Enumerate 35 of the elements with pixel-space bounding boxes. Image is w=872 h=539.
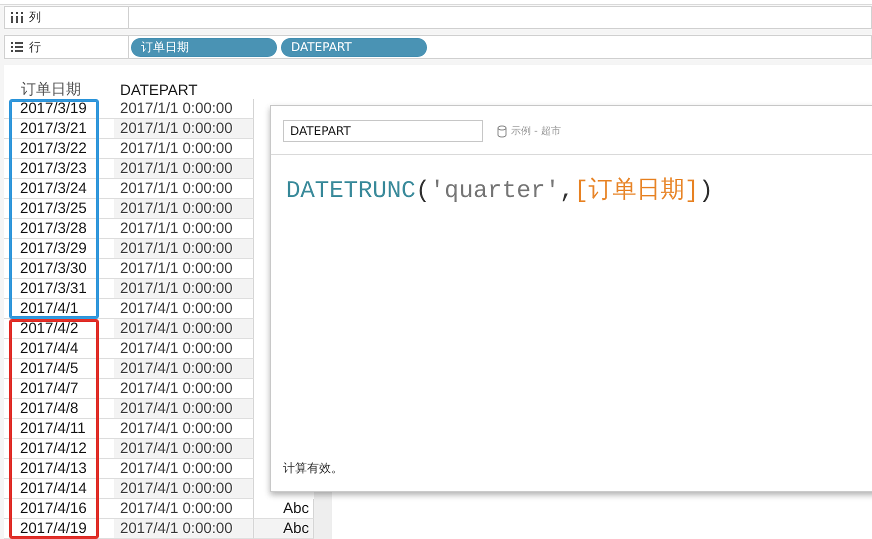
table-cell: 2017/4/1 0:00:00 bbox=[114, 319, 254, 339]
table-cell: 2017/4/1 0:00:00 bbox=[114, 379, 254, 399]
data-source-label: 示例 - 超市 bbox=[511, 124, 561, 138]
table-cell: 2017/4/1 0:00:00 bbox=[114, 439, 254, 459]
table-cell: 2017/1/1 0:00:00 bbox=[114, 219, 254, 239]
table-cell: 2017/1/1 0:00:00 bbox=[114, 239, 254, 259]
table-cell: 2017/4/1 0:00:00 bbox=[114, 299, 254, 319]
table-cell: 2017/4/1 0:00:00 bbox=[114, 459, 254, 479]
table-cell: 2017/4/1 0:00:00 bbox=[114, 359, 254, 379]
table-cell: Abc bbox=[254, 499, 314, 519]
table-cell: 2017/1/1 0:00:00 bbox=[114, 199, 254, 219]
table-cell: 2017/4/1 0:00:00 bbox=[114, 479, 254, 499]
database-icon bbox=[497, 124, 507, 138]
columns-icon bbox=[11, 12, 23, 24]
table-cell: 2017/1/1 0:00:00 bbox=[114, 99, 254, 119]
table-cell: 2017/1/1 0:00:00 bbox=[114, 139, 254, 159]
name-field[interactable]: DATEPART bbox=[283, 120, 483, 142]
rows-icon bbox=[11, 42, 23, 52]
shelf-label: 行 bbox=[29, 38, 41, 56]
table-cell: Abc bbox=[254, 519, 314, 539]
table-cell: 2017/4/1 0:00:00 bbox=[114, 519, 254, 539]
table-cell: 2017/1/1 0:00:00 bbox=[114, 119, 254, 139]
table-cell: 2017/4/1 0:00:00 bbox=[114, 399, 254, 419]
table-cell: 2017/1/1 0:00:00 bbox=[114, 259, 254, 279]
formula-text[interactable]: DATETRUNC('quarter',[订单日期]) bbox=[271, 155, 872, 460]
shelf-label: 列 bbox=[29, 9, 41, 26]
table-cell: 2017/1/1 0:00:00 bbox=[114, 279, 254, 299]
column-header: DATEPART bbox=[119, 82, 199, 99]
column-header: 订单日期 bbox=[20, 80, 82, 99]
table-cell: 2017/4/1 0:00:00 bbox=[114, 499, 254, 519]
table-cell: 2017/1/1 0:00:00 bbox=[114, 159, 254, 179]
table-cell: 2017/4/1 0:00:00 bbox=[114, 339, 254, 359]
table-cell: 2017/1/1 0:00:00 bbox=[114, 179, 254, 199]
table-cell: 2017/4/1 0:00:00 bbox=[114, 419, 254, 439]
status-message: 计算有效。 bbox=[282, 460, 344, 477]
